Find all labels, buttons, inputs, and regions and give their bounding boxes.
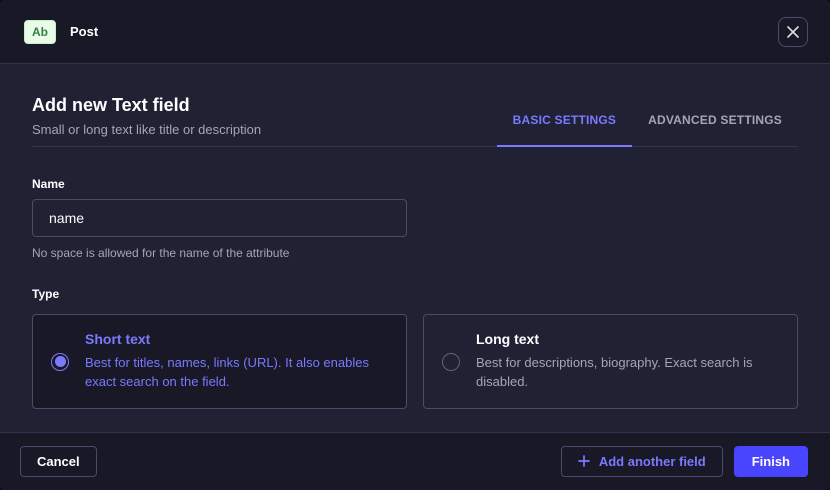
dialog-title: Add new Text field [32, 94, 261, 116]
option-long-text[interactable]: Long text Best for descriptions, biograp… [423, 314, 798, 409]
dialog-subtitle: Small or long text like title or descrip… [32, 122, 261, 137]
tab-advanced-settings[interactable]: ADVANCED SETTINGS [632, 113, 798, 146]
name-hint: No space is allowed for the name of the … [32, 246, 798, 260]
radio-checked-icon [51, 353, 69, 371]
type-section: Type Short text Best for titles, names, … [32, 287, 798, 409]
type-options: Short text Best for titles, names, links… [32, 314, 798, 409]
name-label: Name [32, 177, 798, 191]
content-type-title: Post [70, 24, 98, 39]
type-label: Type [32, 287, 798, 301]
finish-button[interactable]: Finish [734, 446, 808, 477]
modal-header: Ab Post [0, 0, 830, 64]
modal-body: Add new Text field Small or long text li… [0, 64, 830, 432]
add-field-modal: Ab Post Add new Text field Small or long… [0, 0, 830, 490]
modal-footer: Cancel Add another field Finish [0, 432, 830, 490]
intro-row: Add new Text field Small or long text li… [32, 64, 798, 147]
intro-titles: Add new Text field Small or long text li… [32, 94, 261, 146]
option-short-text-description: Best for titles, names, links (URL). It … [85, 354, 386, 392]
close-icon [787, 26, 799, 38]
option-short-text-title: Short text [85, 331, 386, 347]
option-short-text[interactable]: Short text Best for titles, names, links… [32, 314, 407, 409]
option-long-text-title: Long text [476, 331, 777, 347]
option-text: Short text Best for titles, names, links… [85, 331, 386, 392]
option-long-text-description: Best for descriptions, biography. Exact … [476, 354, 777, 392]
close-button[interactable] [778, 17, 808, 47]
plus-icon [578, 455, 590, 469]
cancel-button[interactable]: Cancel [20, 446, 97, 477]
add-another-field-label: Add another field [599, 455, 706, 468]
field-type-badge: Ab [24, 20, 56, 44]
option-text: Long text Best for descriptions, biograp… [476, 331, 777, 392]
settings-tabs: BASIC SETTINGS ADVANCED SETTINGS [497, 94, 798, 146]
radio-unchecked-icon [442, 353, 460, 371]
tab-basic-settings[interactable]: BASIC SETTINGS [497, 113, 632, 146]
name-section: Name No space is allowed for the name of… [32, 177, 798, 260]
name-input[interactable] [32, 199, 407, 237]
footer-actions: Add another field Finish [561, 446, 808, 477]
add-another-field-button[interactable]: Add another field [561, 446, 723, 477]
